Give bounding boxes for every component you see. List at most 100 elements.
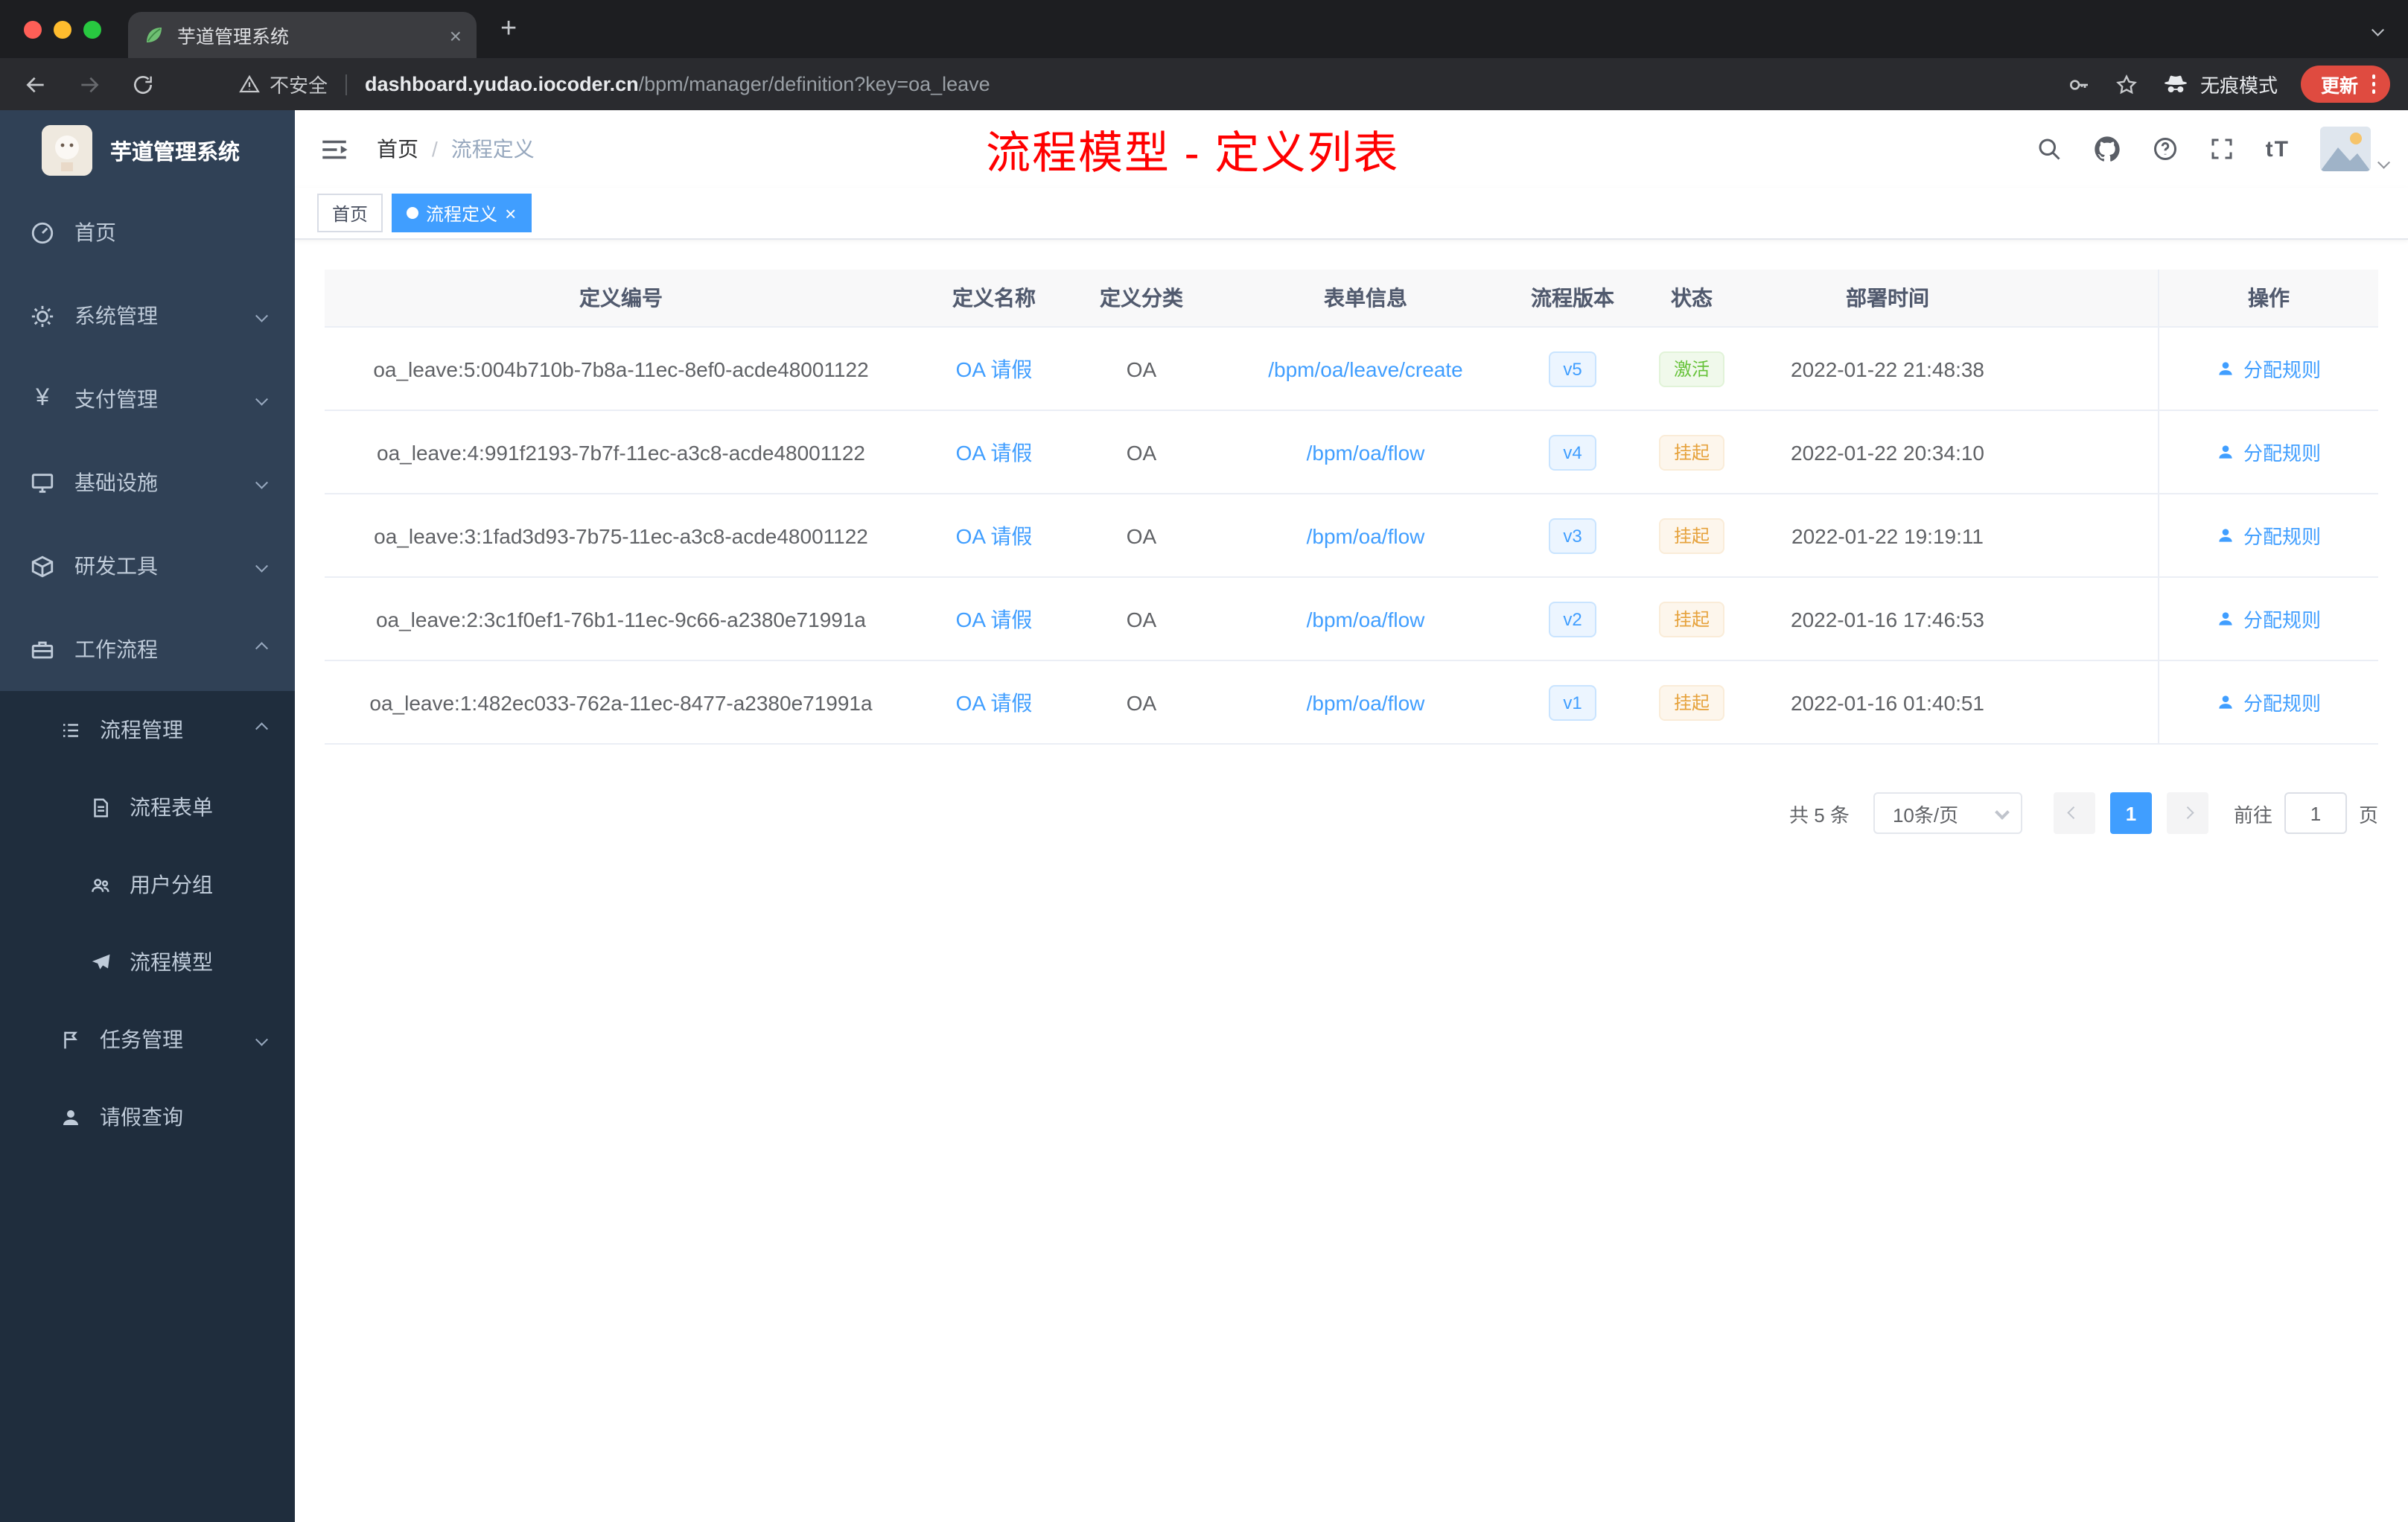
sidebar-item-home[interactable]: 首页 xyxy=(0,191,295,274)
sidebar-item-label: 流程表单 xyxy=(130,795,213,819)
minimize-window-button[interactable] xyxy=(54,20,71,38)
definition-name-link[interactable]: OA 请假 xyxy=(956,437,1033,467)
maximize-window-button[interactable] xyxy=(83,20,101,38)
table-row: oa_leave:1:482ec033-762a-11ec-8477-a2380… xyxy=(325,661,2378,745)
url-domain: dashboard.yudao.iocoder.cn xyxy=(365,73,639,95)
sidebar-item-process-model[interactable]: 流程模型 xyxy=(0,923,295,1001)
github-icon[interactable] xyxy=(2093,134,2123,164)
navbar: 首页 / 流程定义 流程模型 - 定义列表 tT xyxy=(295,110,2408,188)
sidebar-toggle-icon[interactable] xyxy=(319,133,350,165)
sidebar-item-system-management[interactable]: 系统管理 xyxy=(0,274,295,357)
security-label: 不安全 xyxy=(270,74,328,97)
workflow-submenu: 流程管理 流程表单 用户分组 流程模型 任务管理 请假查询 xyxy=(0,691,295,1522)
definition-name-link[interactable]: OA 请假 xyxy=(956,520,1033,550)
update-label: 更新 xyxy=(2320,76,2358,97)
form-info-link[interactable]: /bpm/oa/flow xyxy=(1307,440,1425,464)
bookmark-star-icon[interactable] xyxy=(2115,72,2139,96)
table-row: oa_leave:4:991f2193-7b7f-11ec-a3c8-acde4… xyxy=(325,411,2378,494)
browser-update-button[interactable]: 更新 xyxy=(2301,66,2390,103)
browser-menu-kebab-icon[interactable] xyxy=(2372,74,2375,94)
prev-page-button[interactable] xyxy=(2053,792,2095,834)
form-info-link[interactable]: /bpm/oa/flow xyxy=(1307,607,1425,631)
tab-search-chevron-icon[interactable] xyxy=(2371,23,2383,35)
sidebar-item-workflow[interactable]: 工作流程 xyxy=(0,608,295,691)
tag-home[interactable]: 首页 xyxy=(317,194,383,232)
form-info-link[interactable]: /bpm/oa/flow xyxy=(1307,523,1425,547)
page-size-select[interactable]: 10条/页 xyxy=(1873,792,2022,834)
assign-rule-link[interactable]: 分配规则 xyxy=(2217,521,2321,550)
font-size-icon[interactable]: tT xyxy=(2266,136,2290,162)
back-icon[interactable] xyxy=(24,72,48,96)
version-badge: v2 xyxy=(1548,601,1597,637)
assign-rule-link[interactable]: 分配规则 xyxy=(2217,605,2321,633)
sidebar-item-payment-management[interactable]: ¥ 支付管理 xyxy=(0,357,295,441)
user-menu-chevron-icon[interactable] xyxy=(2377,155,2389,168)
search-icon[interactable] xyxy=(2036,136,2063,162)
forward-icon[interactable] xyxy=(77,72,101,96)
sidebar-item-label: 流程管理 xyxy=(100,718,183,742)
chevron-down-icon xyxy=(255,393,267,405)
breadcrumb-home[interactable]: 首页 xyxy=(377,134,418,164)
chevron-down-icon xyxy=(255,477,267,488)
avatar[interactable] xyxy=(2319,127,2370,171)
sidebar-item-leave-query[interactable]: 请假查询 xyxy=(0,1078,295,1156)
pagination-total: 共 5 条 xyxy=(1789,803,1850,826)
current-page-button[interactable]: 1 xyxy=(2109,792,2152,834)
version-badge: v4 xyxy=(1548,434,1597,470)
page-goto-input[interactable] xyxy=(2284,792,2347,834)
sidebar-item-infrastructure[interactable]: 基础设施 xyxy=(0,441,295,524)
col-filler xyxy=(2018,270,2158,326)
form-info-link[interactable]: /bpm/oa/flow xyxy=(1307,690,1425,714)
assign-rule-link[interactable]: 分配规则 xyxy=(2217,354,2321,383)
cell-category: OA xyxy=(1126,357,1157,380)
app-title: 芋道管理系统 xyxy=(110,141,240,165)
window-controls xyxy=(24,20,101,38)
goto-label: 前往 xyxy=(2233,803,2272,826)
tab-close-icon[interactable]: × xyxy=(450,25,462,45)
new-tab-button[interactable]: + xyxy=(500,15,517,43)
assign-rule-link[interactable]: 分配规则 xyxy=(2217,688,2321,716)
cell-category: OA xyxy=(1126,523,1157,547)
yen-icon: ¥ xyxy=(36,386,49,411)
definition-name-link[interactable]: OA 请假 xyxy=(956,354,1033,383)
sidebar-item-label: 系统管理 xyxy=(74,304,158,328)
address-bar[interactable]: 不安全 dashboard.yudao.iocoder.cn /bpm/mana… xyxy=(238,70,990,98)
sidebar-item-user-group[interactable]: 用户分组 xyxy=(0,846,295,923)
tag-close-icon[interactable]: × xyxy=(505,203,516,223)
person-icon xyxy=(2220,362,2233,375)
sidebar-item-label: 研发工具 xyxy=(74,554,158,578)
user-menu[interactable] xyxy=(2319,127,2389,171)
definition-name-link[interactable]: OA 请假 xyxy=(956,604,1033,634)
sidebar-item-label: 工作流程 xyxy=(74,637,158,661)
reload-icon[interactable] xyxy=(131,72,155,96)
cell-deploy-time: 2022-01-22 21:48:38 xyxy=(1791,357,1984,380)
cell-definition-id: oa_leave:3:1fad3d93-7b75-11ec-a3c8-acde4… xyxy=(374,523,868,547)
form-info-link[interactable]: /bpm/oa/leave/create xyxy=(1268,357,1463,380)
chevron-up-icon xyxy=(255,643,267,655)
not-secure-warning: 不安全 xyxy=(238,70,328,98)
assign-rule-link[interactable]: 分配规则 xyxy=(2217,438,2321,466)
sidebar-item-process-form[interactable]: 流程表单 xyxy=(0,768,295,846)
tag-process-definition[interactable]: 流程定义 × xyxy=(392,194,532,232)
password-key-icon[interactable] xyxy=(2068,72,2092,96)
table-row: oa_leave:2:3c1f0ef1-76b1-11ec-9c66-a2380… xyxy=(325,578,2378,661)
close-window-button[interactable] xyxy=(24,20,42,38)
browser-tab[interactable]: 芋道管理系统 × xyxy=(128,12,477,58)
sidebar-item-process-management[interactable]: 流程管理 xyxy=(0,691,295,768)
next-page-button[interactable] xyxy=(2166,792,2208,834)
active-tag-dot xyxy=(407,207,419,219)
logo-image xyxy=(42,125,92,176)
cell-deploy-time: 2022-01-16 01:40:51 xyxy=(1791,690,1984,714)
definition-name-link[interactable]: OA 请假 xyxy=(956,687,1033,717)
address-divider xyxy=(345,74,348,95)
sidebar-item-task-management[interactable]: 任务管理 xyxy=(0,1001,295,1078)
fullscreen-icon[interactable] xyxy=(2209,136,2236,162)
sidebar-item-dev-tools[interactable]: 研发工具 xyxy=(0,524,295,608)
breadcrumb: 首页 / 流程定义 xyxy=(377,134,535,164)
tag-label: 流程定义 xyxy=(426,203,498,224)
definition-table: 定义编号 定义名称 定义分类 表单信息 流程版本 状态 部署时间 操作 oa_l… xyxy=(325,270,2378,745)
browser-tab-strip: 芋道管理系统 × + xyxy=(0,0,2408,58)
gear-icon xyxy=(31,305,54,327)
help-icon[interactable] xyxy=(2153,136,2179,162)
document-icon xyxy=(94,797,108,817)
